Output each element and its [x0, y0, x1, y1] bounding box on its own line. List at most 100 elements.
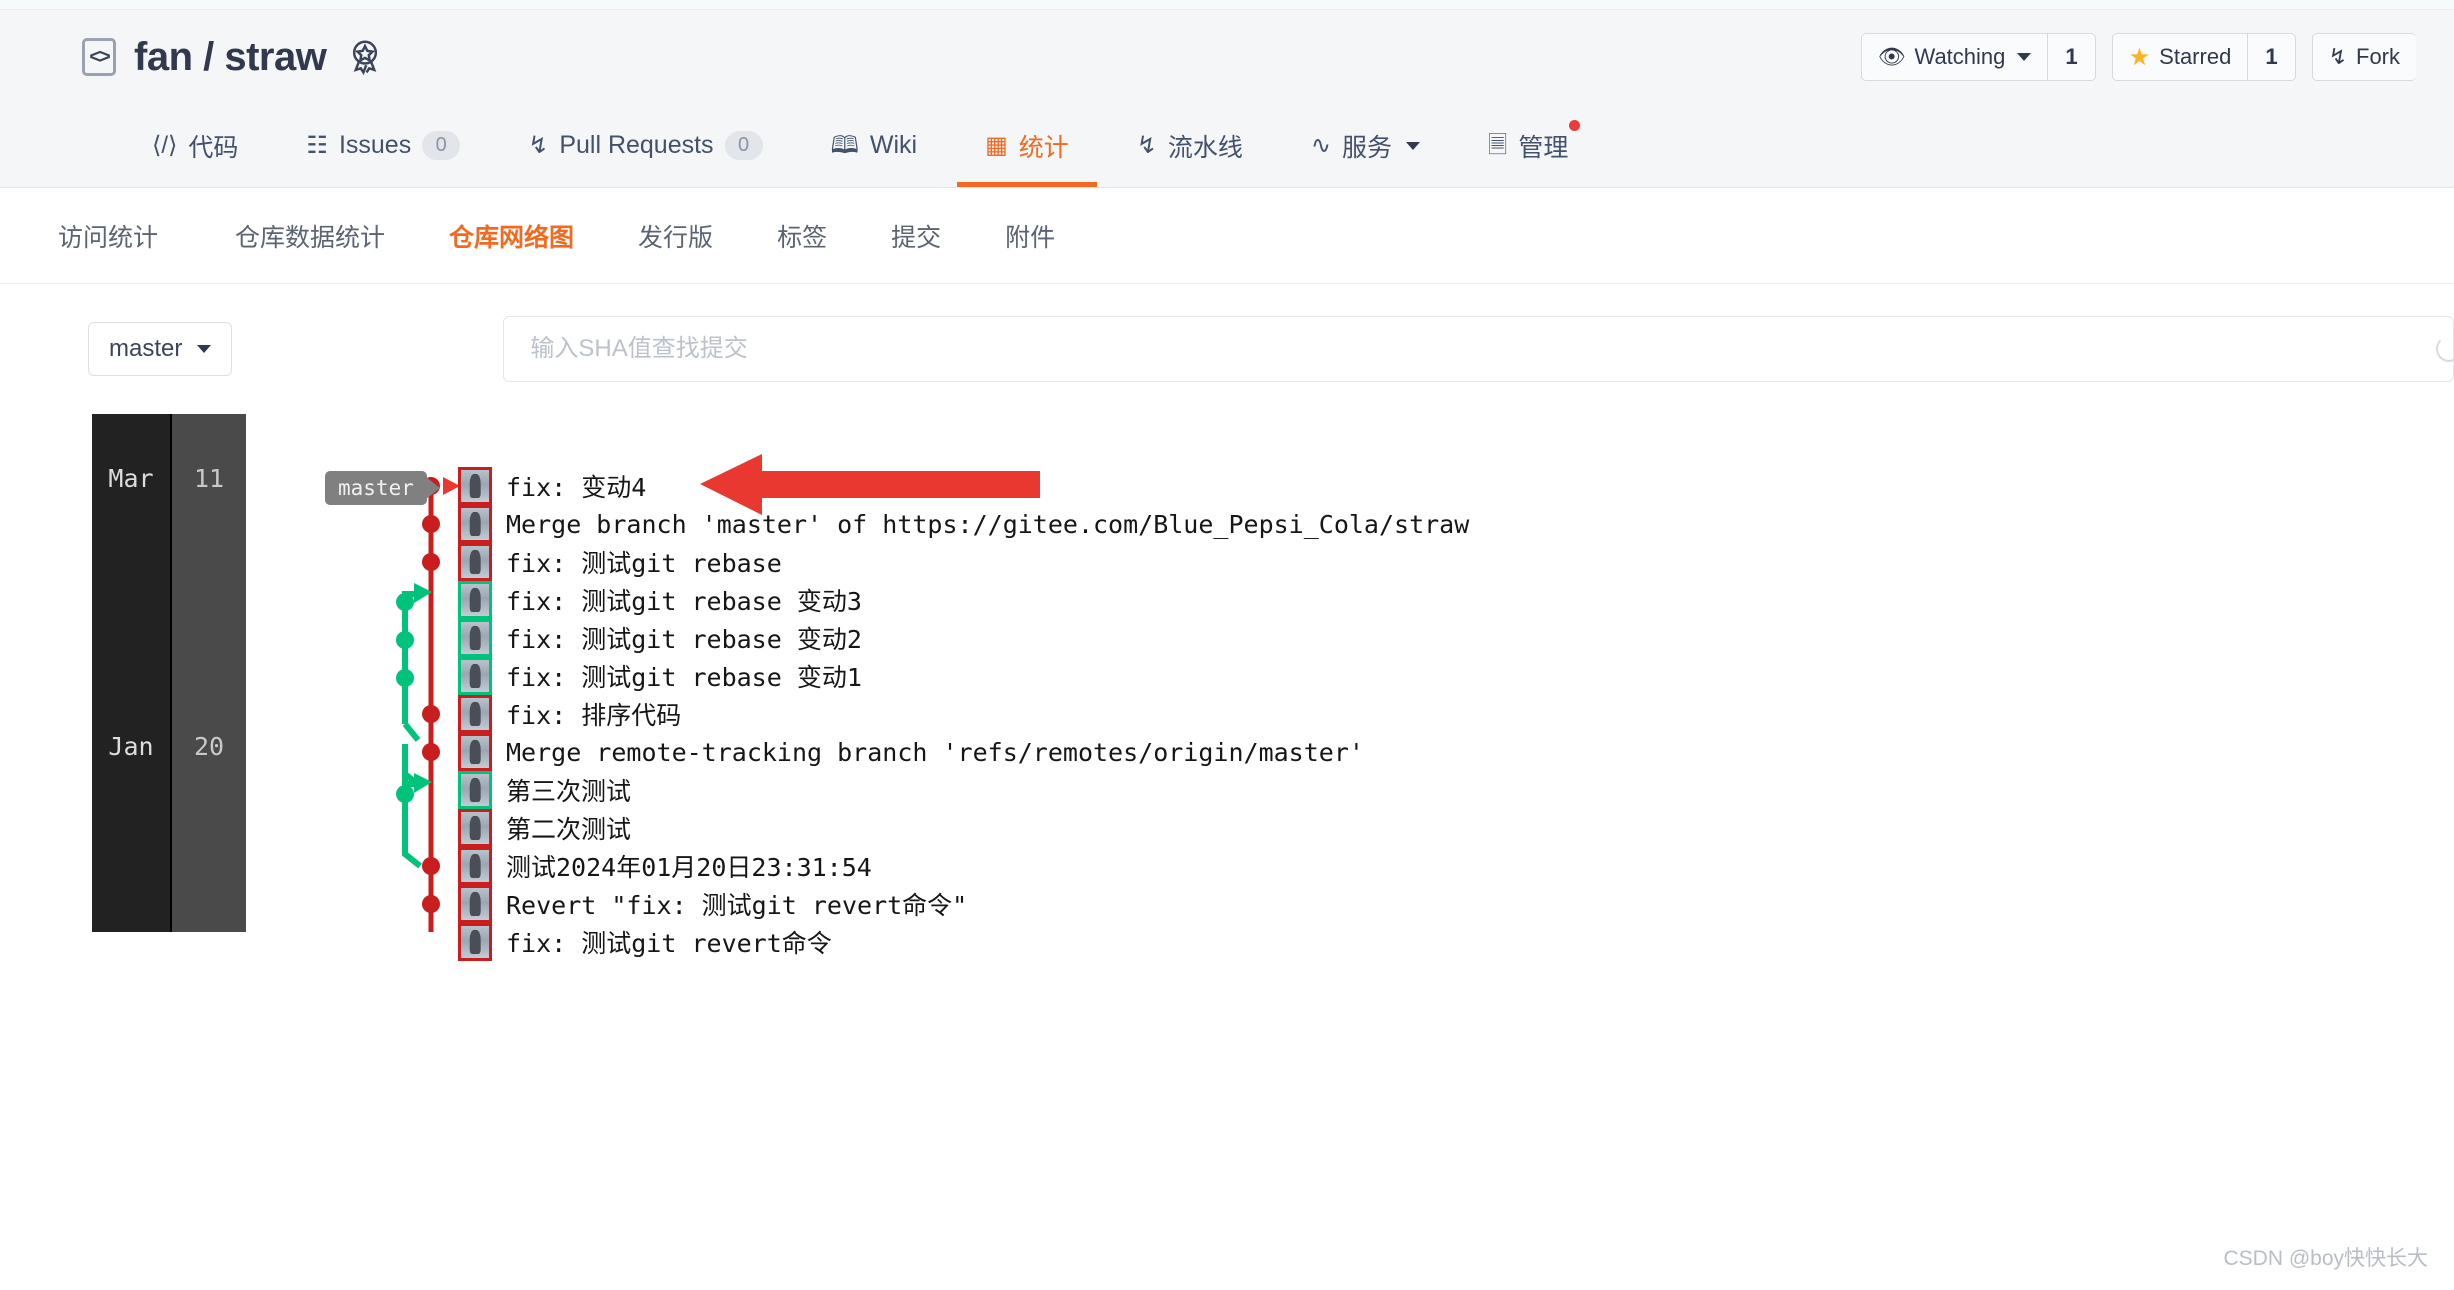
commit-row[interactable]: fix: 测试git rebase 变动1	[458, 656, 862, 696]
sub-tab-repo-data-stats[interactable]: 仓库数据统计	[203, 218, 417, 254]
commit-row[interactable]: 测试2024年01月20日23:31:54	[458, 846, 872, 886]
fork-button-group[interactable]: ↯ Fork	[2311, 33, 2416, 81]
starred-label: Starred	[2159, 44, 2232, 69]
star-icon: ★	[2128, 43, 2151, 71]
commit-row[interactable]: fix: 测试git rebase	[458, 542, 782, 582]
fork-button[interactable]: ↯ Fork	[2311, 33, 2416, 81]
manage-notification-dot	[1569, 120, 1581, 131]
commit-message[interactable]: Revert "fix: 测试git revert命令"	[506, 886, 967, 922]
commit-message[interactable]: Merge branch 'master' of https://gitee.c…	[506, 510, 1469, 539]
activity-icon: ∿	[1310, 131, 1332, 159]
avatar	[458, 733, 492, 771]
starred-button[interactable]: ★ Starred	[2111, 33, 2248, 81]
commit-row[interactable]: 第三次测试	[458, 770, 631, 810]
tab-code-label: 代码	[188, 133, 239, 162]
commit-message[interactable]: fix: 测试git rebase 变动3	[506, 582, 862, 618]
book-icon: 🕮	[830, 131, 859, 159]
sha-search-input[interactable]	[503, 316, 2454, 382]
commit-row[interactable]: Merge branch 'master' of https://gitee.c…	[458, 504, 1469, 544]
commit-row[interactable]: fix: 测试git rebase 变动2	[458, 618, 862, 658]
chevron-down-icon	[2017, 53, 2032, 61]
avatar	[458, 505, 492, 543]
branch-selector[interactable]: master	[88, 322, 233, 376]
sub-tab-attachments[interactable]: 附件	[973, 218, 1087, 254]
sha-search-wrap	[503, 316, 2454, 382]
tab-pull-requests[interactable]: ↯ Pull Requests 0	[494, 104, 796, 187]
repo-header: <> fan / straw 👁 Watching 1 ★ Starred 1 …	[0, 10, 2454, 104]
tab-statistics[interactable]: ▦ 统计	[951, 104, 1103, 187]
repo-actions: 👁 Watching 1 ★ Starred 1 ↯ Fork	[1860, 33, 2416, 81]
tab-manage[interactable]: 🗏 管理	[1454, 104, 1602, 187]
tab-statistics-label: 统计	[1018, 133, 1069, 162]
tab-issues-label: Issues	[338, 131, 412, 159]
starred-count[interactable]: 1	[2247, 33, 2296, 81]
issue-icon: ☷	[306, 131, 328, 159]
commit-message[interactable]: 第三次测试	[506, 772, 631, 808]
starred-button-group[interactable]: ★ Starred 1	[2111, 33, 2296, 81]
tab-code[interactable]: ⟨/⟩ 代码	[118, 104, 272, 187]
page-title[interactable]: fan / straw	[134, 35, 327, 80]
sub-tab-visit-stats[interactable]: 访问统计	[58, 218, 203, 254]
tab-pull-requests-label: Pull Requests	[559, 131, 714, 159]
avatar	[458, 581, 492, 619]
commit-row[interactable]: fix: 排序代码	[458, 694, 681, 734]
commit-message[interactable]: Merge remote-tracking branch 'refs/remot…	[506, 738, 1364, 767]
avatar	[458, 543, 492, 581]
avatar	[458, 771, 492, 809]
commit-message[interactable]: fix: 排序代码	[506, 696, 681, 732]
tab-issues[interactable]: ☷ Issues 0	[272, 104, 494, 187]
avatar	[458, 619, 492, 657]
award-badge-icon[interactable]	[344, 36, 386, 78]
tab-services[interactable]: ∿ 服务	[1277, 104, 1454, 187]
fork-icon: ↯	[2328, 44, 2347, 69]
main-navigation: ⟨/⟩ 代码 ☷ Issues 0 ↯ Pull Requests 0 🕮 Wi…	[0, 104, 2454, 188]
pipeline-icon: ↯	[1136, 131, 1157, 159]
watching-button[interactable]: 👁 Watching	[1860, 33, 2048, 81]
commit-message[interactable]: 测试2024年01月20日23:31:54	[506, 848, 872, 884]
issues-count-badge: 0	[422, 131, 461, 160]
sub-tab-network-graph[interactable]: 仓库网络图	[417, 218, 606, 254]
chart-icon: ▦	[985, 131, 1008, 159]
tab-pipeline-label: 流水线	[1167, 133, 1243, 162]
commit-message[interactable]: 第二次测试	[506, 810, 631, 846]
commit-message[interactable]: fix: 测试git rebase	[506, 544, 782, 580]
commit-message[interactable]: fix: 变动4	[506, 468, 646, 504]
repo-title-group: <> fan / straw	[82, 35, 386, 80]
avatar	[458, 657, 492, 695]
commit-row[interactable]: 第二次测试	[458, 808, 631, 848]
pull-request-icon: ↯	[528, 131, 549, 159]
commit-row[interactable]: fix: 测试git revert命令	[458, 922, 832, 962]
watching-label: Watching	[1914, 44, 2006, 69]
tab-pipeline[interactable]: ↯ 流水线	[1103, 104, 1277, 187]
chevron-down-icon	[197, 345, 212, 353]
top-accent-strip	[0, 0, 2454, 10]
settings-doc-icon: 🗏	[1488, 131, 1508, 159]
branch-selector-label: master	[109, 335, 183, 362]
graph-toolbar: master	[0, 284, 2454, 382]
watermark: CSDN @boy快快长大	[2223, 1247, 2428, 1270]
commit-message[interactable]: fix: 测试git rebase 变动1	[506, 658, 862, 694]
branch-tag-master[interactable]: master	[325, 471, 427, 505]
sub-tab-commits[interactable]: 提交	[859, 218, 973, 254]
chevron-down-icon	[1406, 141, 1421, 150]
avatar	[458, 695, 492, 733]
commit-row[interactable]: Merge remote-tracking branch 'refs/remot…	[458, 732, 1364, 772]
watching-button-group[interactable]: 👁 Watching 1	[1860, 33, 2096, 81]
avatar	[458, 885, 492, 923]
commit-message[interactable]: fix: 测试git rebase 变动2	[506, 620, 862, 656]
sub-tab-tags[interactable]: 标签	[745, 218, 859, 254]
statistics-sub-navigation: 访问统计 仓库数据统计 仓库网络图 发行版 标签 提交 附件	[0, 188, 2454, 284]
avatar	[458, 847, 492, 885]
avatar	[458, 923, 492, 961]
avatar	[458, 467, 492, 505]
code-icon: ⟨/⟩	[152, 131, 178, 159]
avatar	[458, 809, 492, 847]
sub-tab-releases[interactable]: 发行版	[606, 218, 745, 254]
commit-row[interactable]: fix: 测试git rebase 变动3	[458, 580, 862, 620]
tab-wiki[interactable]: 🕮 Wiki	[797, 104, 952, 187]
commit-row[interactable]: fix: 变动4	[458, 466, 646, 506]
commit-message[interactable]: fix: 测试git revert命令	[506, 924, 832, 960]
eye-icon: 👁	[1877, 44, 1906, 69]
commit-row[interactable]: Revert "fix: 测试git revert命令"	[458, 884, 967, 924]
watching-count[interactable]: 1	[2047, 33, 2096, 81]
